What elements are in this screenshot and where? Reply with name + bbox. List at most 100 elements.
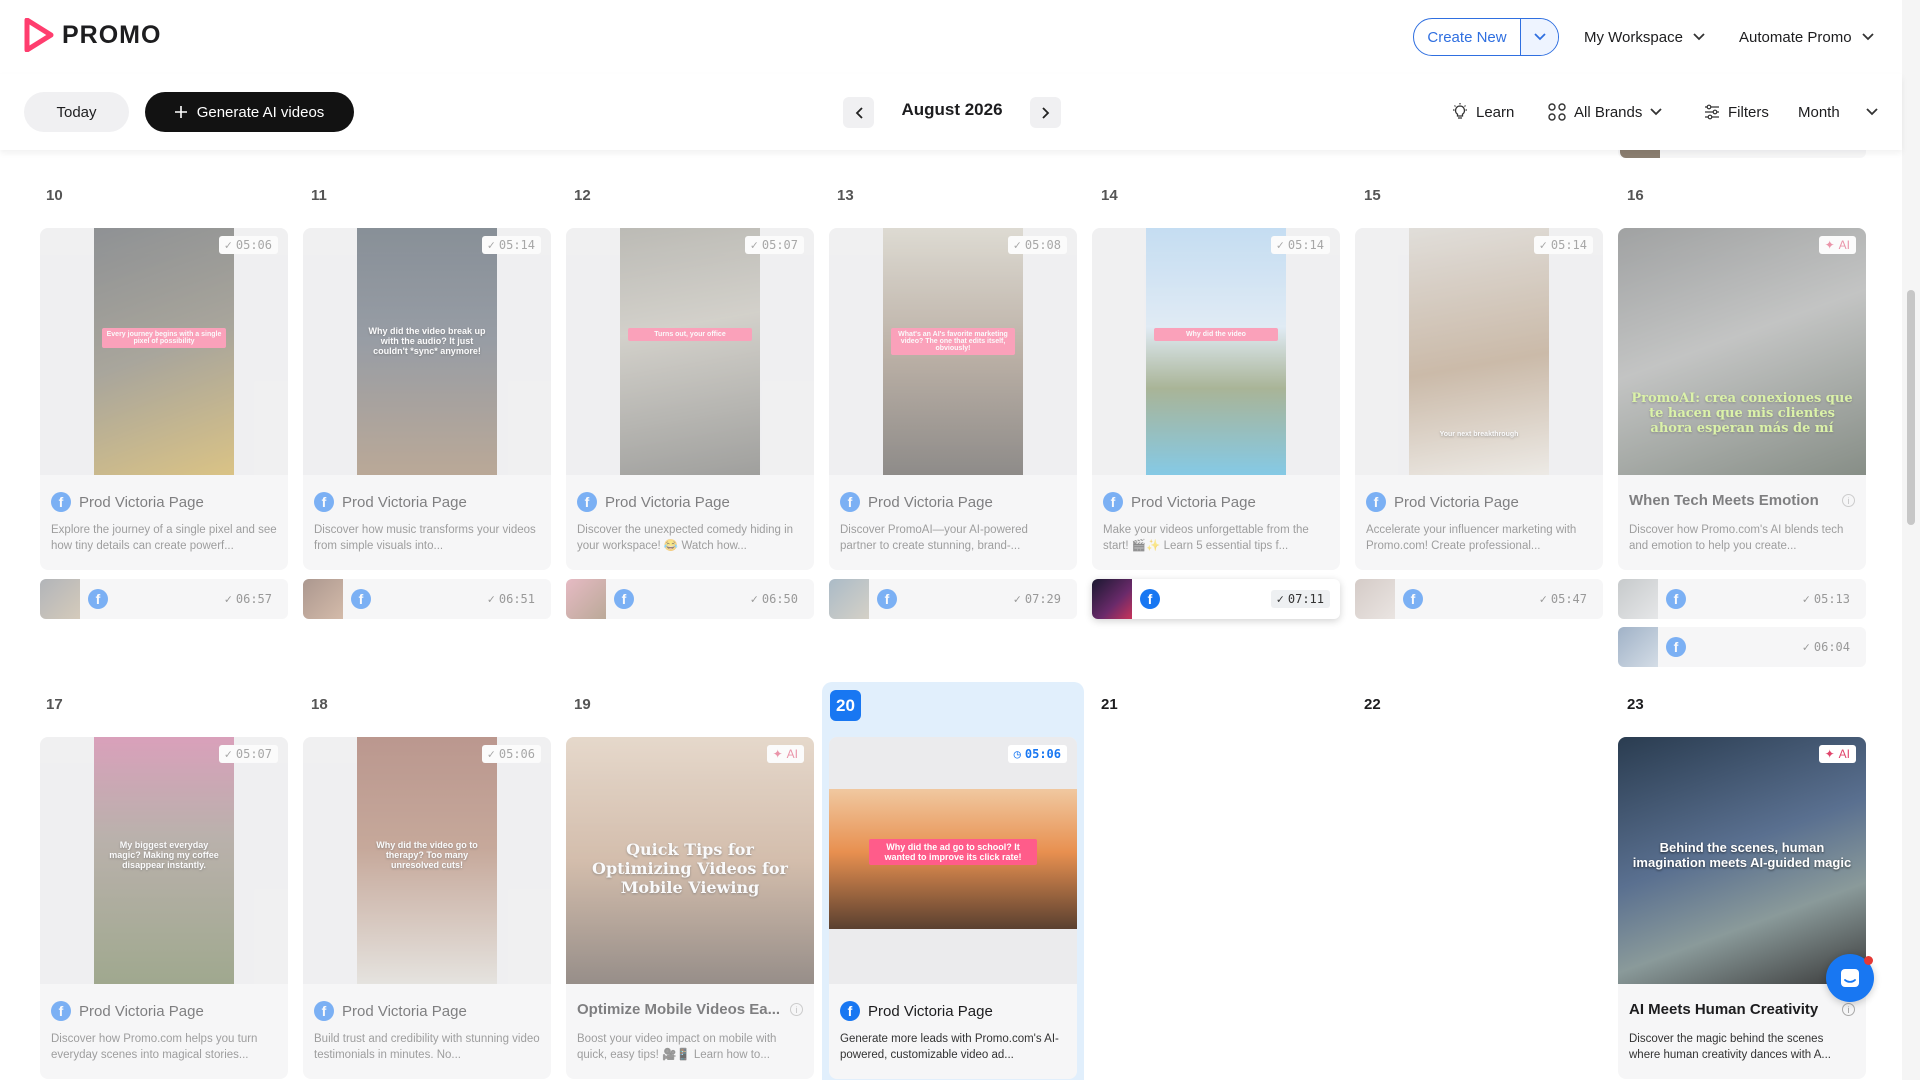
- info-icon[interactable]: i: [1842, 1003, 1855, 1016]
- post-card[interactable]: Why did the video break up with the audi…: [303, 228, 551, 570]
- video-thumbnail[interactable]: Why did the ad go to school? It wanted t…: [829, 737, 1077, 984]
- post-card[interactable]: Turns out, your office ✓ 05:07 f Prod Vict…: [566, 228, 814, 570]
- info-icon[interactable]: i: [1842, 494, 1855, 507]
- mini-post-row[interactable]: f ✓ 05:13: [1618, 579, 1866, 619]
- post-card[interactable]: Quick Tips for Optimizing Videos for Mob…: [566, 737, 814, 1079]
- video-thumbnail[interactable]: Why did the video go to therapy? Too man…: [303, 737, 551, 984]
- post-card[interactable]: My biggest everyday magic? Making my cof…: [40, 737, 288, 1079]
- all-brands-label: All Brands: [1574, 103, 1643, 121]
- post-card[interactable]: Your next breakthrough ✓ 05:14 f Prod Vict…: [1355, 228, 1603, 570]
- scheduled-time-badge: ◷ 05:06: [1007, 745, 1067, 763]
- chevron-right-icon: [1041, 106, 1049, 119]
- facebook-icon: f: [877, 589, 897, 609]
- facebook-icon: f: [1103, 492, 1123, 512]
- page-name: Prod Victoria Page: [1131, 493, 1256, 511]
- post-description: Boost your video impact on mobile with q…: [577, 1033, 777, 1061]
- post-title: When Tech Meets Emotion: [1629, 492, 1819, 509]
- mini-time: ✓ 06:57: [224, 592, 272, 606]
- facebook-icon: f: [1666, 637, 1686, 657]
- current-month-label: August 2026: [901, 100, 1003, 119]
- generate-ai-videos-button[interactable]: Generate AI videos: [145, 92, 354, 132]
- previous-month-button[interactable]: [843, 97, 874, 128]
- post-card[interactable]: PromoAI: crea conexiones que te hacen qu…: [1618, 228, 1866, 570]
- scheduled-time-badge: ✓ 05:07: [218, 745, 278, 763]
- facebook-icon: f: [314, 1001, 334, 1021]
- create-new-label[interactable]: Create New: [1414, 19, 1520, 55]
- post-card[interactable]: Why did the video ✓ 05:14 f Prod Victoria …: [1092, 228, 1340, 570]
- video-thumbnail[interactable]: Your next breakthrough ✓ 05:14: [1355, 228, 1603, 475]
- mini-post-row[interactable]: f ✓ 06:04: [1618, 627, 1866, 667]
- page-name: Prod Victoria Page: [868, 493, 993, 511]
- chevron-down-icon[interactable]: [1520, 19, 1558, 55]
- mini-post-row[interactable]: f ✓ 07:29: [829, 579, 1077, 619]
- workspace-dropdown[interactable]: My Workspace: [1584, 18, 1705, 56]
- post-card-today[interactable]: Why did the ad go to school? It wanted t…: [829, 737, 1077, 1079]
- mini-post-row[interactable]: f ✓ 05:47: [1355, 579, 1603, 619]
- check-icon: ✓: [224, 747, 232, 761]
- video-thumbnail[interactable]: Turns out, your office ✓ 05:07: [566, 228, 814, 475]
- grid-icon: [1548, 103, 1566, 121]
- video-thumbnail[interactable]: Behind the scenes, human imagination mee…: [1618, 737, 1866, 984]
- day-number: 13: [837, 187, 854, 204]
- next-month-button[interactable]: [1030, 97, 1061, 128]
- sliders-icon: [1705, 104, 1719, 120]
- video-thumbnail[interactable]: PromoAI: crea conexiones que te hacen qu…: [1618, 228, 1866, 475]
- scheduled-time-badge: ✓ 05:14: [481, 236, 541, 254]
- mini-thumbnail: [40, 579, 80, 619]
- scheduled-time-badge: ✓ 05:06: [218, 236, 278, 254]
- video-caption: Every journey begins with a single pixel…: [102, 328, 226, 348]
- mini-post-row[interactable]: f ✓ 06:51: [303, 579, 551, 619]
- all-brands-dropdown[interactable]: All Brands: [1548, 92, 1663, 132]
- video-thumbnail[interactable]: Every journey begins with a single pixel…: [40, 228, 288, 475]
- check-icon: ✓: [1276, 592, 1284, 606]
- facebook-icon: f: [1366, 492, 1386, 512]
- learn-button[interactable]: Learn: [1452, 92, 1514, 132]
- promo-logo[interactable]: PROMO: [24, 18, 161, 52]
- video-thumbnail[interactable]: Why did the video ✓ 05:14: [1092, 228, 1340, 475]
- post-title: Optimize Mobile Videos Ea...: [577, 1001, 781, 1018]
- day-number: 15: [1364, 187, 1381, 204]
- info-icon[interactable]: i: [790, 1003, 803, 1016]
- post-card[interactable]: What's an AI's favorite marketing video?…: [829, 228, 1077, 570]
- learn-label: Learn: [1476, 103, 1515, 121]
- vertical-scrollbar[interactable]: [1902, 0, 1920, 1080]
- facebook-icon: f: [614, 589, 634, 609]
- day-number: 16: [1627, 187, 1644, 204]
- chevron-down-icon: [1866, 108, 1878, 116]
- workspace-label: My Workspace: [1584, 28, 1683, 46]
- video-thumbnail[interactable]: Quick Tips for Optimizing Videos for Mob…: [566, 737, 814, 984]
- mini-post-row-hovered[interactable]: f ✓ 07:11: [1092, 579, 1340, 619]
- video-caption: Turns out, your office: [628, 328, 752, 341]
- mini-post-row[interactable]: f ✓ 06:57: [40, 579, 288, 619]
- video-thumbnail[interactable]: What's an AI's favorite marketing video?…: [829, 228, 1077, 475]
- post-card[interactable]: Why did the video go to therapy? Too man…: [303, 737, 551, 1079]
- check-icon: ✓: [750, 238, 758, 252]
- scrollbar-thumb[interactable]: [1907, 290, 1915, 525]
- video-caption: Your next breakthrough: [1439, 431, 1519, 438]
- filters-button[interactable]: Filters: [1704, 92, 1769, 132]
- post-card[interactable]: Behind the scenes, human imagination mee…: [1618, 737, 1866, 1079]
- create-new-button[interactable]: Create New: [1413, 18, 1559, 56]
- post-description: Discover the magic behind the scenes whe…: [1629, 1033, 1831, 1061]
- day-number: 12: [574, 187, 591, 204]
- video-caption: PromoAI: crea conexiones que te hacen qu…: [1631, 391, 1853, 436]
- day-number: 11: [311, 187, 327, 204]
- mini-post-row[interactable]: f ✓ 06:50: [566, 579, 814, 619]
- today-button[interactable]: Today: [24, 92, 129, 132]
- day-number: 22: [1364, 696, 1381, 713]
- automate-promo-dropdown[interactable]: Automate Promo: [1739, 18, 1874, 56]
- check-icon: ✓: [1802, 640, 1810, 654]
- chevron-down-icon: [1693, 33, 1705, 41]
- sparkle-icon: ✦: [1824, 747, 1835, 761]
- ai-badge: ✦ AI: [1818, 236, 1856, 254]
- page-name: Prod Victoria Page: [79, 1002, 204, 1020]
- video-thumbnail[interactable]: My biggest everyday magic? Making my cof…: [40, 737, 288, 984]
- scheduled-time-badge: ✓ 05:14: [1270, 236, 1330, 254]
- calendar-grid: 10 11 12 13 14 15 16 Every journey begin…: [0, 150, 1902, 1080]
- mini-time: ✓ 06:51: [487, 592, 535, 606]
- video-thumbnail[interactable]: Why did the video break up with the audi…: [303, 228, 551, 475]
- post-card[interactable]: Every journey begins with a single pixel…: [40, 228, 288, 570]
- view-dropdown[interactable]: Month: [1798, 92, 1878, 132]
- check-icon: ✓: [1013, 238, 1021, 252]
- facebook-icon: f: [88, 589, 108, 609]
